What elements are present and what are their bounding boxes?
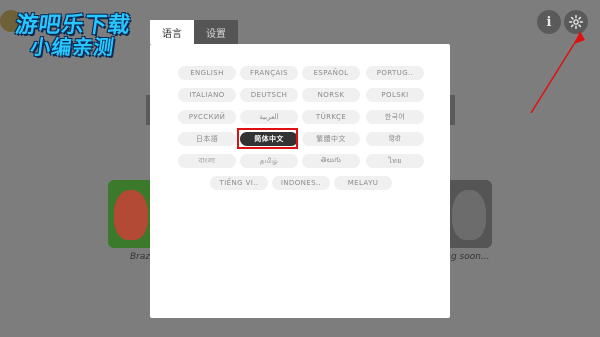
language-option-indonesian[interactable]: INDONES.. (272, 176, 330, 190)
character-card-right (446, 180, 492, 248)
language-option-norsk[interactable]: NORSK (302, 88, 360, 102)
language-option-simplified-chinese[interactable]: 简体中文 (240, 132, 298, 146)
info-icon: i (546, 14, 552, 30)
tab-settings[interactable]: 设置 (194, 20, 238, 44)
language-option-traditional-chinese[interactable]: 繁體中文 (302, 132, 360, 146)
language-option-tamil[interactable]: தமிழ் (240, 154, 298, 168)
character-face-icon (114, 190, 148, 240)
language-option-espanol[interactable]: ESPAÑOL (302, 66, 360, 80)
language-option-portugues[interactable]: PORTUG.. (366, 66, 424, 80)
language-option-polski[interactable]: POLSKI (366, 88, 424, 102)
language-option-telugu[interactable]: తెలుగు (302, 154, 360, 168)
gear-icon (568, 14, 584, 30)
language-grid: ENGLISH FRANÇAIS ESPAÑOL PORTUG.. ITALIA… (150, 44, 450, 318)
tab-language[interactable]: 语言 (150, 20, 194, 44)
info-button[interactable]: i (537, 10, 561, 34)
language-option-vietnamese[interactable]: TIẾNG VI.. (210, 176, 268, 190)
language-option-japanese[interactable]: 日本語 (178, 132, 236, 146)
settings-button[interactable] (564, 10, 588, 34)
language-option-thai[interactable]: ไทย (366, 154, 424, 168)
character-face-icon (452, 190, 486, 240)
language-option-english[interactable]: ENGLISH (178, 66, 236, 80)
language-option-russian[interactable]: РУССКИЙ (178, 110, 236, 124)
language-option-italiano[interactable]: ITALIANO (178, 88, 236, 102)
watermark-line2: 小编亲测 (28, 35, 117, 60)
character-caption-left: Braz (130, 252, 151, 262)
language-option-bengali[interactable]: বাংলা (178, 154, 236, 168)
language-option-malay[interactable]: MELAYU (334, 176, 392, 190)
language-option-francais[interactable]: FRANÇAIS (240, 66, 298, 80)
language-option-turkce[interactable]: TÜRKÇE (302, 110, 360, 124)
watermark: 游吧乐下载 小编亲测 (11, 13, 147, 60)
language-option-deutsch[interactable]: DEUTSCH (240, 88, 298, 102)
settings-tabs: 语言 设置 (150, 20, 238, 44)
language-option-hindi[interactable]: हिंदी (366, 132, 424, 146)
character-card-left (108, 180, 154, 248)
language-option-arabic[interactable]: العربية (240, 110, 298, 124)
watermark-line1: 游吧乐下载 (13, 13, 133, 38)
language-option-korean[interactable]: 한국어 (366, 110, 424, 124)
